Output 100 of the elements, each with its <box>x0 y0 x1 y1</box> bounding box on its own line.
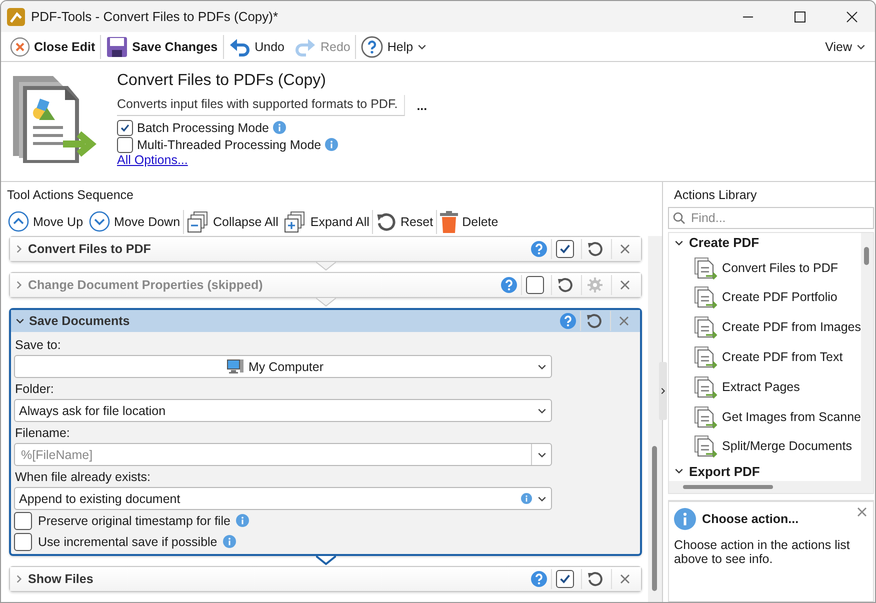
document-arrow-icon <box>694 315 718 340</box>
search-box[interactable]: Find... <box>668 207 874 229</box>
checkbox[interactable] <box>117 136 133 152</box>
expand-toggle[interactable] <box>14 280 24 290</box>
more-button[interactable]: ... <box>414 98 430 112</box>
field-label: Save to: <box>14 336 62 354</box>
action-item[interactable]: Get Images from Scanne <box>672 402 861 432</box>
action-item[interactable]: Convert Files to PDF <box>672 252 861 283</box>
help-icon <box>501 277 518 293</box>
splitter-handle[interactable] <box>659 362 668 420</box>
toolbar-button[interactable]: Help <box>356 34 432 60</box>
document-arrow-icon <box>694 404 718 429</box>
dropdown[interactable]: My Computer <box>14 355 552 378</box>
document-arrow-icon <box>694 374 718 399</box>
toolbar-button[interactable]: Expand All <box>281 208 372 234</box>
check-icon <box>558 243 571 255</box>
action-item[interactable]: Create PDF from Text <box>672 342 861 372</box>
computer-icon <box>227 359 244 374</box>
expand-toggle[interactable] <box>15 316 25 326</box>
chevron-icon <box>15 316 25 326</box>
expand-icon <box>284 210 306 232</box>
field-label: When file already exists: <box>14 468 152 486</box>
action-title: Change Document Properties (skipped) <box>28 278 264 292</box>
info-icon <box>325 138 338 151</box>
toolbar-button[interactable]: Move Down <box>86 208 184 234</box>
app-logo-icon <box>7 8 25 26</box>
action-item[interactable]: Split/Merge Documents <box>672 431 861 462</box>
help-icon <box>531 571 548 587</box>
toolbar-button[interactable]: Move Up <box>5 208 86 234</box>
pane-title: Tool Actions Sequence <box>6 186 134 204</box>
reset-icon <box>586 313 602 329</box>
action-title: Convert Files to PDF <box>28 242 152 256</box>
action-item[interactable]: Create PDF Portfolio <box>672 282 861 312</box>
arrow-up-icon <box>8 211 29 232</box>
scrollbar[interactable] <box>648 236 662 602</box>
close-icon <box>620 574 630 584</box>
close-icon <box>620 244 630 254</box>
redo-icon <box>294 36 316 56</box>
pane-title: Actions Library <box>673 186 758 204</box>
checkbox[interactable] <box>14 512 32 530</box>
info-title: Choose action... <box>702 512 799 526</box>
arrow-down-icon <box>89 211 110 232</box>
toolbar-button[interactable]: Close Edit <box>5 34 100 60</box>
close-icon <box>620 280 630 290</box>
dropdown[interactable]: Always ask for file location <box>14 399 552 422</box>
dropdown[interactable]: Append to existing document <box>14 487 552 510</box>
combo-box[interactable]: %[FileName] <box>14 443 552 466</box>
toolbar-button[interactable]: Reset <box>373 208 436 234</box>
field-label: Folder: <box>14 380 55 398</box>
option-label: Multi-Threaded Processing Mode <box>137 138 322 152</box>
tree-group[interactable]: Create PDF <box>672 233 861 253</box>
checkbox[interactable] <box>14 532 32 550</box>
chevron-icon <box>14 280 24 290</box>
expand-toggle[interactable] <box>14 244 24 254</box>
info-icon <box>223 535 236 548</box>
toolbar-button[interactable]: Save Changes <box>101 34 223 60</box>
field-label: Filename: <box>14 424 71 442</box>
close-circle-icon <box>10 36 30 56</box>
scrollbar[interactable] <box>669 481 873 493</box>
action-title: Show Files <box>28 572 94 586</box>
tree-group[interactable]: Export PDF <box>672 461 861 481</box>
document-arrow-icon <box>694 434 718 458</box>
save-icon <box>106 36 128 58</box>
window-title: PDF-Tools - Convert Files to PDFs (Copy)* <box>31 9 280 24</box>
tool-title: Convert Files to PDFs (Copy) <box>117 72 327 90</box>
check-icon <box>120 122 130 132</box>
document-arrow-icon <box>694 285 718 310</box>
expand-toggle[interactable] <box>14 574 24 584</box>
close-icon <box>857 507 867 517</box>
chevron-icon <box>14 574 24 584</box>
reset-icon <box>556 277 573 293</box>
collapse-icon <box>187 210 210 232</box>
checkbox-label: Use incremental save if possible <box>38 534 218 548</box>
info-icon <box>236 514 250 527</box>
view-menu[interactable]: View <box>820 34 871 60</box>
check-icon <box>558 573 571 585</box>
help-icon <box>531 241 548 257</box>
chevron-icon <box>659 386 668 396</box>
info-icon <box>674 508 696 530</box>
scrollbar[interactable] <box>861 233 873 481</box>
help-icon <box>560 313 576 329</box>
undo-icon <box>228 36 251 56</box>
option-label: Batch Processing Mode <box>137 120 270 134</box>
maximize-icon <box>794 10 806 22</box>
trash-icon <box>440 210 458 232</box>
checkbox[interactable] <box>117 120 133 136</box>
tool-description: Converts input files with supported formats to PDF. <box>117 95 405 116</box>
action-item[interactable]: Extract Pages <box>672 372 861 402</box>
action-item[interactable]: Create PDF from Images <box>672 312 861 342</box>
toolbar-button[interactable]: Delete <box>437 208 502 234</box>
help-icon <box>361 36 384 58</box>
reset-icon <box>586 571 603 587</box>
info-icon <box>521 493 532 504</box>
action-title: Save Documents <box>29 314 131 328</box>
toolbar-button[interactable]: Collapse All <box>184 208 282 234</box>
toolbar-button[interactable]: Undo <box>224 34 290 60</box>
reset-icon <box>586 241 603 257</box>
checkbox-label: Preserve original timestamp for file <box>38 514 230 528</box>
all-options-link[interactable]: All Options... <box>117 153 430 167</box>
document-arrow-icon <box>694 345 718 370</box>
